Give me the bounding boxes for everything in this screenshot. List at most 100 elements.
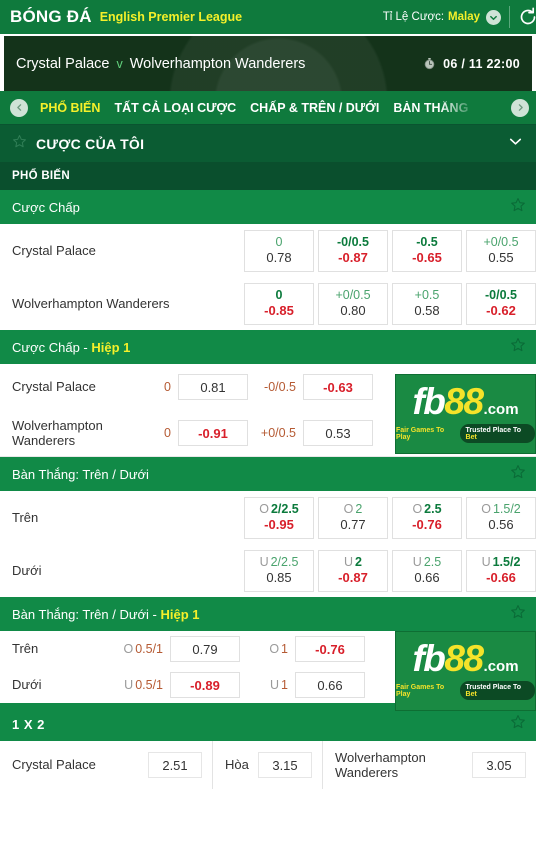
odds-cell[interactable]: 0 -0.85 <box>244 282 314 325</box>
over-under-prefix: U <box>270 678 280 692</box>
odds-cell[interactable]: -0.63 <box>303 374 373 400</box>
odds-cell[interactable]: -0.76 <box>295 636 365 662</box>
price-value: -0.95 <box>264 517 294 533</box>
line-value: 2 <box>355 554 362 569</box>
odds-cell[interactable]: U2 -0.87 <box>318 549 388 592</box>
tab-tat-ca-loai-cuoc[interactable]: TẤT CẢ LOẠI CƯỢC <box>114 101 236 115</box>
price-value: -0.76 <box>412 517 442 533</box>
odds-cell[interactable]: U 1.5/2 -0.66 <box>466 549 536 592</box>
market-header-cuoc-chap-h1[interactable]: Cược Chấp - Hiệp 1 <box>0 330 536 364</box>
odds-cell[interactable]: -0.89 <box>170 672 240 698</box>
handicap-value: +0/0.5 <box>335 287 371 302</box>
match-datetime: 06 / 11 22:00 <box>443 56 520 71</box>
line-value: 2/2.5 <box>270 554 299 569</box>
handicap-value: 0 <box>275 287 283 302</box>
popular-label: PHỔ BIẾN <box>12 170 70 182</box>
row-label: Dưới <box>12 677 42 693</box>
handicap-value: O2 <box>344 502 363 518</box>
table-row: Dưới U 2/2.5 0.85 U2 -0.87 U 2.5 0.66 U 1.5… <box>0 544 536 597</box>
betting-page: BÓNG ĐÁ English Premier League Tỉ Lệ Cượ… <box>0 0 536 843</box>
fb88-tagline-right-highlight: Bet <box>465 690 477 698</box>
handicap-value: -0/0.5 <box>264 380 296 394</box>
match-info-bar[interactable]: Crystal Palace v Wolverhampton Wanderers… <box>4 36 532 91</box>
line-value: 2 <box>355 501 363 516</box>
odds-cell[interactable]: +0/0.5 0.80 <box>318 282 388 325</box>
handicap-value: +0/0.5 <box>260 426 296 440</box>
line-value: 1.5/2 <box>492 501 521 516</box>
fb88-ad-banner[interactable]: fb 88 .com Fair Games To Play Trusted Plac… <box>395 374 536 454</box>
odds-cell[interactable]: U 2.5 0.66 <box>392 549 462 592</box>
outcome-home[interactable]: Crystal Palace 2.51 <box>0 741 212 789</box>
tab-chap-tren-duoi[interactable]: CHẤP & TRÊN / DƯỚI <box>250 101 379 115</box>
star-outline-icon[interactable] <box>510 197 526 218</box>
odds-cell[interactable]: U 2/2.5 0.85 <box>244 549 314 592</box>
my-bets-header[interactable]: CƯỢC CỦA TÔI <box>0 124 536 162</box>
over-under-prefix: O <box>259 501 269 516</box>
chevron-down-icon[interactable] <box>507 133 524 155</box>
chevron-left-icon[interactable] <box>10 98 28 117</box>
odds-cell[interactable]: 3.15 <box>258 752 312 778</box>
market-title-main: Bàn Thắng: Trên / Dưới - <box>12 606 161 622</box>
odds-group: 0 -0.91 <box>132 420 257 446</box>
odds-cells: 0 0.78 -0/0.5 -0.87 -0.5 -0.65 +0/0.5 0.… <box>240 229 536 272</box>
handicap-value: -0/0.5 <box>337 234 369 249</box>
price-value: -0.87 <box>338 250 368 266</box>
market-header-ban-thang-h1[interactable]: Bàn Thắng: Trên / Dưới - Hiệp 1 <box>0 597 536 631</box>
over-under-prefix: O <box>481 501 491 516</box>
line-value: 1 <box>281 642 288 656</box>
fb88-taglines: Fair Games To Play Trusted Place To Bet <box>396 681 535 701</box>
fb88-tagline-right-text: Trusted Place To <box>465 426 522 434</box>
odds-cell[interactable]: O 1.5/2 0.56 <box>466 496 536 539</box>
tab-pho-bien[interactable]: PHỔ BIẾN <box>40 101 100 115</box>
star-outline-icon[interactable] <box>12 134 27 154</box>
odds-cell[interactable]: O2 0.77 <box>318 496 388 539</box>
star-outline-icon[interactable] <box>510 714 526 735</box>
price-value: 0.55 <box>488 250 514 266</box>
handicap-value: U1 <box>245 678 295 692</box>
row-label: Trên <box>12 510 39 525</box>
odds-type-label: Tỉ Lệ Cược: <box>382 11 445 23</box>
star-outline-icon[interactable] <box>510 464 526 485</box>
star-outline-icon[interactable] <box>510 604 526 625</box>
line-value: 2.5 <box>424 501 442 516</box>
odds-cell[interactable]: 0.53 <box>303 420 373 446</box>
chevron-right-icon[interactable] <box>511 98 529 117</box>
odds-cell[interactable]: 3.05 <box>472 752 526 778</box>
tab-ban-thang[interactable]: BÀN THẮNG <box>393 101 468 115</box>
odds-cell[interactable]: 0.81 <box>178 374 248 400</box>
odds-cell[interactable]: 0.66 <box>295 672 365 698</box>
odds-cell[interactable]: +0.5 0.58 <box>392 282 462 325</box>
star-outline-icon[interactable] <box>510 337 526 358</box>
fb88-tagline-right: Trusted Place To Bet <box>459 424 535 444</box>
odds-cell[interactable]: -0/0.5 -0.62 <box>466 282 536 325</box>
chevron-down-icon[interactable] <box>486 9 501 25</box>
market-body-cuoc-chap-h1: Crystal Palace 0 0.81 -0/0.5 -0.63 Wolve… <box>0 364 536 456</box>
line-value: 2.5 <box>423 554 442 569</box>
table-row: Wolverhampton Wanderers 0 -0.85 +0/0.5 0… <box>0 277 536 330</box>
odds-cell[interactable]: -0/0.5 -0.87 <box>318 229 388 272</box>
market-header-cuoc-chap[interactable]: Cược Chấp <box>0 190 536 224</box>
outcome-away[interactable]: Wolverhampton Wanderers 3.05 <box>322 741 536 789</box>
row-label: Wolverhampton Wanderers <box>12 296 170 311</box>
odds-group: O 0.5/1 0.79 <box>120 636 245 662</box>
odds-cell[interactable]: +0/0.5 0.55 <box>466 229 536 272</box>
refresh-icon[interactable] <box>518 7 536 27</box>
odds-cell[interactable]: O 2.5 -0.76 <box>392 496 462 539</box>
odds-group: O1 -0.76 <box>245 636 370 662</box>
odds-cell[interactable]: -0.91 <box>178 420 248 446</box>
odds-cell[interactable]: -0.5 -0.65 <box>392 229 462 272</box>
odds-cell[interactable]: 2.51 <box>148 752 202 778</box>
market-header-1x2[interactable]: 1 X 2 <box>0 707 536 741</box>
outcome-draw[interactable]: Hòa 3.15 <box>212 741 322 789</box>
odds-group: -0/0.5 -0.63 <box>257 374 382 400</box>
market-header-ban-thang[interactable]: Bàn Thắng: Trên / Dưới <box>0 457 536 491</box>
outcome-label: Hòa <box>225 757 249 773</box>
odds-cell[interactable]: O 2/2.5 -0.95 <box>244 496 314 539</box>
market-title: 1 X 2 <box>12 716 45 732</box>
odds-cell[interactable]: 0.79 <box>170 636 240 662</box>
fb88-ad-banner[interactable]: fb 88 .com Fair Games To Play Trusted Plac… <box>395 631 536 711</box>
fb88-taglines: Fair Games To Play Trusted Place To Bet <box>396 424 535 444</box>
fb88-tagline-right: Trusted Place To Bet <box>459 681 535 701</box>
odds-cell[interactable]: 0 0.78 <box>244 229 314 272</box>
fb88-logo-88: 88 <box>444 380 484 422</box>
